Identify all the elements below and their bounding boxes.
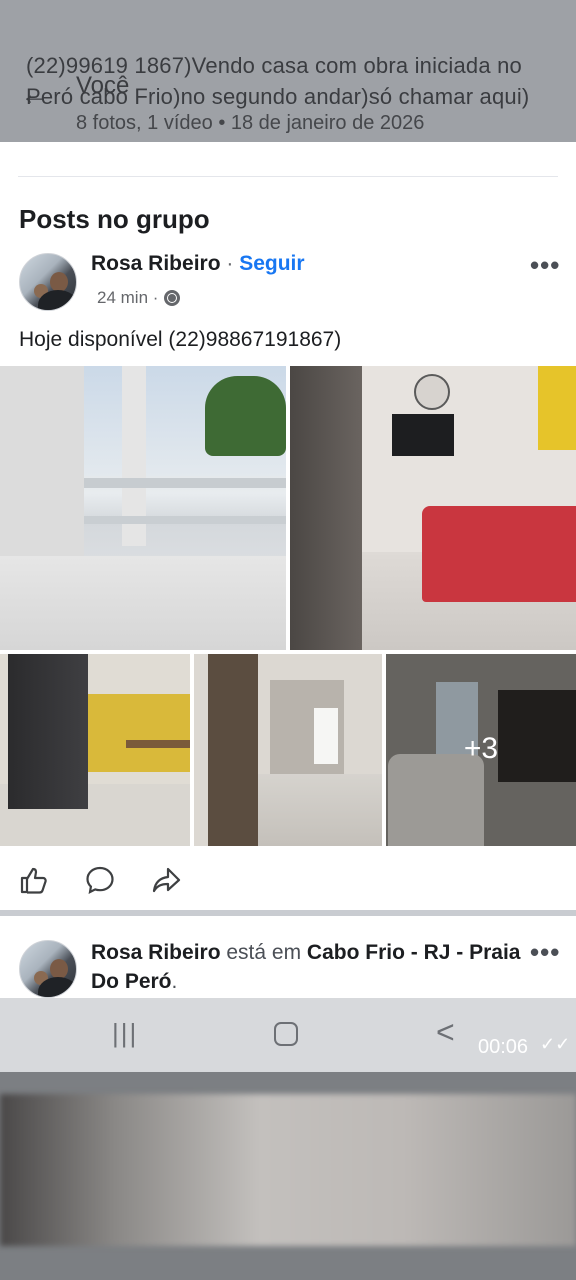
share-icon[interactable] — [150, 864, 182, 896]
divider — [18, 176, 558, 177]
media-meta: 8 fotos, 1 vídeo • 18 de janeiro de 2026 — [76, 112, 425, 134]
separator: · — [220, 252, 240, 275]
globe-icon — [164, 290, 181, 306]
period: . — [171, 970, 178, 993]
back-icon[interactable]: < — [436, 1014, 455, 1051]
chat-message-header: (22)99619 1867)Vendo casa com obra inici… — [0, 0, 576, 142]
recent-apps-icon[interactable]: ||| — [112, 1018, 138, 1049]
photo-hallway[interactable] — [194, 654, 382, 846]
back-label[interactable]: Você — [76, 72, 129, 100]
back-arrow-icon[interactable]: ← — [20, 80, 50, 110]
read-receipt-icon: ✓✓ — [540, 1034, 571, 1054]
home-icon[interactable] — [274, 1022, 298, 1046]
more-photos-count: +3 — [463, 732, 499, 765]
checkin-verb: está em — [226, 941, 302, 964]
post-author-line: Rosa Ribeiro · Seguir — [91, 252, 305, 276]
more-options-icon[interactable]: ••• — [530, 250, 560, 281]
group-feed: Posts no grupo Rosa Ribeiro · Seguir •••… — [0, 142, 576, 998]
avatar[interactable] — [19, 253, 77, 311]
post-separator — [0, 910, 576, 916]
post-text: Hoje disponível (22)98867191867) — [19, 328, 342, 351]
author-name[interactable]: Rosa Ribeiro — [91, 941, 221, 964]
follow-button[interactable]: Seguir — [239, 252, 304, 275]
time-label: 24 min · — [97, 288, 159, 307]
post-author-line: Rosa Ribeiro está em Cabo Frio - RJ - Pr… — [91, 938, 531, 996]
author-name[interactable]: Rosa Ribeiro — [91, 252, 221, 275]
post-time: 24 min · — [97, 288, 181, 308]
blurred-photo — [0, 1094, 576, 1246]
message-time: 00:06 — [478, 1036, 529, 1058]
avatar[interactable] — [19, 940, 77, 998]
photo-living-room-more[interactable]: +3 — [386, 654, 576, 846]
photo-kitchen[interactable] — [0, 654, 190, 846]
comment-icon[interactable] — [84, 864, 116, 896]
post-actions — [0, 858, 576, 902]
section-title: Posts no grupo — [19, 204, 210, 234]
photo-balcony[interactable] — [0, 366, 286, 650]
more-options-icon[interactable]: ••• — [530, 937, 560, 968]
photo-bedroom[interactable] — [290, 366, 576, 650]
like-icon[interactable] — [18, 864, 50, 896]
blurred-image-area — [0, 1072, 576, 1280]
system-navigation-bar: ||| < 00:06 ✓✓ — [0, 998, 576, 1072]
